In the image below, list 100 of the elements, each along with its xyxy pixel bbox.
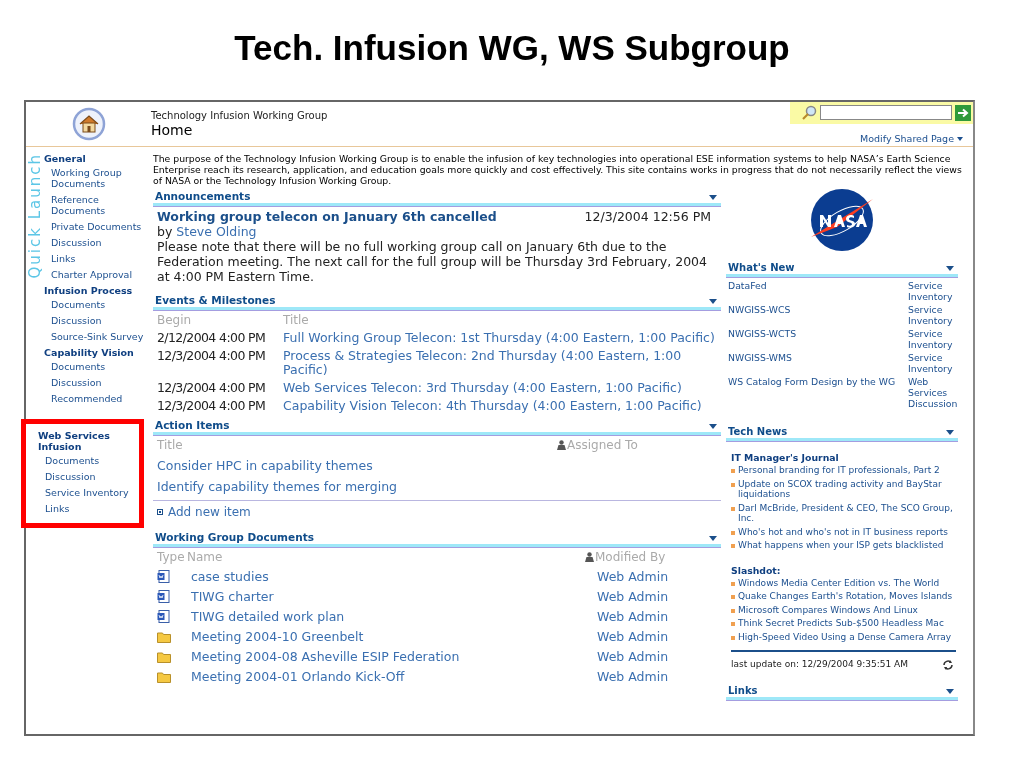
nav-link[interactable]: Working Group Documents xyxy=(44,167,151,189)
dropdown-arrow-icon[interactable] xyxy=(709,195,717,200)
nav-link[interactable]: Reference Documents xyxy=(44,194,151,216)
announcement-title[interactable]: Working group telecon on January 6th cancelled xyxy=(157,209,497,224)
nav-link[interactable]: Charter Approval xyxy=(44,269,151,280)
author-link[interactable]: Steve Olding xyxy=(176,224,257,239)
nav-link[interactable]: Links xyxy=(44,253,151,264)
whats-new-link[interactable]: WS Catalog Form Design by the WG xyxy=(726,376,908,409)
whats-new-link[interactable]: DataFed xyxy=(726,280,908,302)
announcement-date: 12/3/2004 12:56 PM xyxy=(584,209,711,224)
action-item-link[interactable]: Consider HPC in capability themes xyxy=(157,458,717,473)
modified-by-link[interactable]: Web Admin xyxy=(597,589,669,604)
site-description: The purpose of the Technology Infusion Working Group is to enable the infusion of key technologies into operational ESE information systems to help NASA’s Earth Science Enterprise reach its research, application, and education goals more quickly and cost effectively. This site contains works in progress that do not necessarily reflect the views of NASA or the Technology Infusion Working Group. xyxy=(153,153,963,186)
folder-icon xyxy=(157,630,171,643)
search-field[interactable] xyxy=(820,105,952,121)
whats-new-location[interactable]: Service Inventory xyxy=(908,328,956,350)
whats-new-link[interactable]: NWGISS-WMS xyxy=(726,352,908,374)
news-link[interactable]: Think Secret Predicts Sub-$500 Headless Mac xyxy=(738,618,944,629)
nav-heading[interactable]: Capability Vision xyxy=(44,347,151,358)
nav-link[interactable]: Documents xyxy=(44,361,151,372)
news-link[interactable]: Microsoft Compares Windows And Linux xyxy=(738,604,918,615)
nav-link[interactable]: Discussion xyxy=(38,471,139,482)
folder-icon xyxy=(157,650,171,663)
page-title: Home xyxy=(151,122,194,139)
nav-link[interactable]: Service Inventory xyxy=(38,487,139,498)
web-part-title[interactable]: Action Items xyxy=(153,419,230,432)
document-icon xyxy=(157,569,171,584)
bullet-icon xyxy=(731,469,735,473)
nav-link[interactable]: Recommended xyxy=(44,393,151,404)
web-part-title[interactable]: What's New xyxy=(726,261,795,274)
action-item-link[interactable]: Identify capability themes for merging xyxy=(157,479,717,494)
web-part-title[interactable]: Announcements xyxy=(153,190,251,203)
event-title[interactable]: Full Working Group Telecon: 1st Thursday (4:00 Eastern, 1:00 Pacific) xyxy=(283,331,715,345)
event-date: 12/3/2004 4:00 PM xyxy=(157,381,267,395)
dropdown-arrow-icon[interactable] xyxy=(946,266,954,271)
document-link[interactable]: TIWG detailed work plan xyxy=(191,609,597,624)
dropdown-arrow-icon[interactable] xyxy=(946,430,954,435)
nav-link[interactable]: Source-Sink Survey xyxy=(44,331,151,342)
event-title[interactable]: Capability Vision Telecon: 4th Thursday (4:00 Eastern, 1:00 Pacific) xyxy=(283,399,702,413)
nav-link[interactable]: Discussion xyxy=(44,315,151,326)
dropdown-arrow-icon[interactable] xyxy=(946,688,954,694)
news-link[interactable]: Who's hot and who's not in IT business reports xyxy=(738,526,949,537)
document-link[interactable]: Meeting 2004-08 Asheville ESIP Federation xyxy=(191,649,597,664)
modified-by-link[interactable]: Web Admin xyxy=(597,629,669,644)
document-link[interactable]: Meeting 2004-10 Greenbelt xyxy=(191,629,597,644)
document-link[interactable]: case studies xyxy=(191,569,597,584)
news-link[interactable]: Update on SCOX trading activity and BayStar liquidations xyxy=(738,478,956,500)
modified-by-link[interactable]: Web Admin xyxy=(597,669,669,684)
nav-link[interactable]: Documents xyxy=(38,455,139,466)
whats-new-location[interactable]: Service Inventory xyxy=(908,280,956,302)
nav-link[interactable]: Private Documents xyxy=(44,221,151,232)
dropdown-arrow-icon[interactable] xyxy=(709,424,717,429)
add-new-item-link[interactable]: Add new item xyxy=(168,505,251,519)
go-button[interactable] xyxy=(955,104,971,121)
modified-by-link[interactable]: Web Admin xyxy=(597,649,669,664)
modified-by-link[interactable]: Web Admin xyxy=(597,609,669,624)
whats-new-link[interactable]: NWGISS-WCTS xyxy=(726,328,908,350)
nav-link[interactable]: Documents xyxy=(44,299,151,310)
whats-new-link[interactable]: NWGISS-WCS xyxy=(726,304,908,326)
event-title[interactable]: Process & Strategies Telecon: 2nd Thursday (4:00 Eastern, 1:00 Pacific) xyxy=(283,349,717,377)
web-part-title[interactable]: Links xyxy=(726,683,758,697)
bullet-icon xyxy=(731,595,735,599)
arrow-right-icon xyxy=(957,107,969,118)
document-link[interactable]: Meeting 2004-01 Orlando Kick-Off xyxy=(191,669,597,684)
news-link[interactable]: Darl McBride, President & CEO, The SCO Group, Inc. xyxy=(738,502,956,524)
dropdown-arrow-icon[interactable] xyxy=(709,536,717,541)
dropdown-arrow-icon xyxy=(957,136,963,141)
nav-heading[interactable]: Web Services Infusion xyxy=(38,430,139,452)
feed-title[interactable]: IT Manager's Journal xyxy=(731,452,956,464)
dropdown-arrow-icon[interactable] xyxy=(709,299,717,304)
nav-heading[interactable]: Infusion Process xyxy=(44,285,151,296)
web-part-title[interactable]: Events & Milestones xyxy=(153,294,276,307)
modified-by-link[interactable]: Web Admin xyxy=(597,569,669,584)
nav-heading[interactable]: General xyxy=(44,153,151,164)
document-link[interactable]: TIWG charter xyxy=(191,589,597,604)
whats-new-location[interactable]: Web Services Discussion xyxy=(908,376,956,409)
nav-link[interactable]: Discussion xyxy=(44,237,151,248)
quick-launch-label: Quick Launch xyxy=(26,153,43,279)
web-part-title[interactable]: Working Group Documents xyxy=(153,531,314,544)
web-part-title[interactable]: Tech News xyxy=(726,425,788,438)
refresh-icon[interactable] xyxy=(942,658,954,671)
event-date: 12/3/2004 4:00 PM xyxy=(157,349,267,365)
news-link[interactable]: What happens when your ISP gets blacklisted xyxy=(738,540,944,551)
event-date: 12/3/2004 4:00 PM xyxy=(157,399,267,413)
nav-link[interactable]: Links xyxy=(38,503,139,514)
site-name[interactable]: Technology Infusion Working Group xyxy=(151,109,788,122)
feed-title[interactable]: Slashdot: xyxy=(731,564,956,577)
bullet-icon xyxy=(731,544,735,548)
news-link[interactable]: Quake Changes Earth's Rotation, Moves Islands xyxy=(738,591,953,602)
event-title[interactable]: Web Services Telecon: 3rd Thursday (4:00 Eastern, 1:00 Pacific) xyxy=(283,381,682,395)
nav-link[interactable]: Discussion xyxy=(44,377,151,388)
bullet-icon xyxy=(731,506,735,511)
whats-new-location[interactable]: Service Inventory xyxy=(908,304,956,326)
last-update-text: last update on: 12/29/2004 9:35:51 AM xyxy=(731,658,908,671)
news-link[interactable]: Personal branding for IT professionals, Part 2 xyxy=(738,465,940,476)
news-link[interactable]: High-Speed Video Using a Dense Camera Array xyxy=(738,631,952,642)
news-link[interactable]: Windows Media Center Edition vs. The World xyxy=(738,577,940,588)
whats-new-location[interactable]: Service Inventory xyxy=(908,352,956,374)
modify-shared-page-link[interactable]: Modify Shared Page xyxy=(860,131,963,146)
bullet-icon xyxy=(731,635,735,640)
